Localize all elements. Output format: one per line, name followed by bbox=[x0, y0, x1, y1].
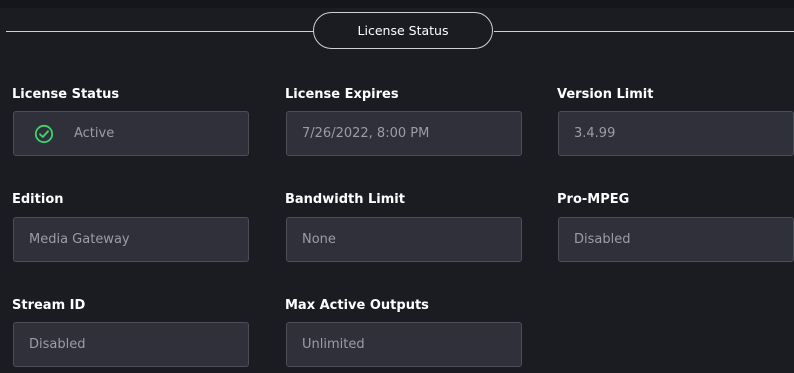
pro-mpeg-field: Disabled bbox=[558, 217, 794, 262]
pro-mpeg-label: Pro-MPEG bbox=[557, 192, 630, 207]
section-title: License Status bbox=[357, 23, 449, 38]
license-status-value: Active bbox=[74, 126, 115, 141]
license-expires-label: License Expires bbox=[285, 87, 399, 102]
section-divider-right bbox=[494, 31, 794, 32]
version-limit-value: 3.4.99 bbox=[574, 126, 616, 141]
license-status-label: License Status bbox=[12, 87, 120, 102]
version-limit-label: Version Limit bbox=[557, 87, 654, 102]
max-active-outputs-value: Unlimited bbox=[302, 337, 365, 352]
license-expires-field: 7/26/2022, 8:00 PM bbox=[286, 111, 522, 156]
license-expires-value: 7/26/2022, 8:00 PM bbox=[302, 126, 430, 141]
edition-field: Media Gateway bbox=[13, 217, 249, 262]
pro-mpeg-value: Disabled bbox=[574, 232, 631, 247]
edition-value: Media Gateway bbox=[29, 232, 130, 247]
check-circle-icon bbox=[34, 124, 54, 144]
stream-id-label: Stream ID bbox=[12, 298, 86, 313]
section-header-license-status: License Status bbox=[313, 12, 493, 49]
bandwidth-limit-label: Bandwidth Limit bbox=[285, 192, 405, 207]
edition-label: Edition bbox=[12, 192, 64, 207]
max-active-outputs-field: Unlimited bbox=[286, 322, 522, 367]
stream-id-value: Disabled bbox=[29, 337, 86, 352]
top-edge-strip bbox=[0, 0, 794, 8]
section-divider-left bbox=[6, 31, 314, 32]
max-active-outputs-label: Max Active Outputs bbox=[285, 298, 429, 313]
version-limit-field: 3.4.99 bbox=[558, 111, 794, 156]
bandwidth-limit-field: None bbox=[286, 217, 522, 262]
bandwidth-limit-value: None bbox=[302, 232, 336, 247]
stream-id-field: Disabled bbox=[13, 322, 249, 367]
license-status-field: Active bbox=[13, 111, 249, 156]
